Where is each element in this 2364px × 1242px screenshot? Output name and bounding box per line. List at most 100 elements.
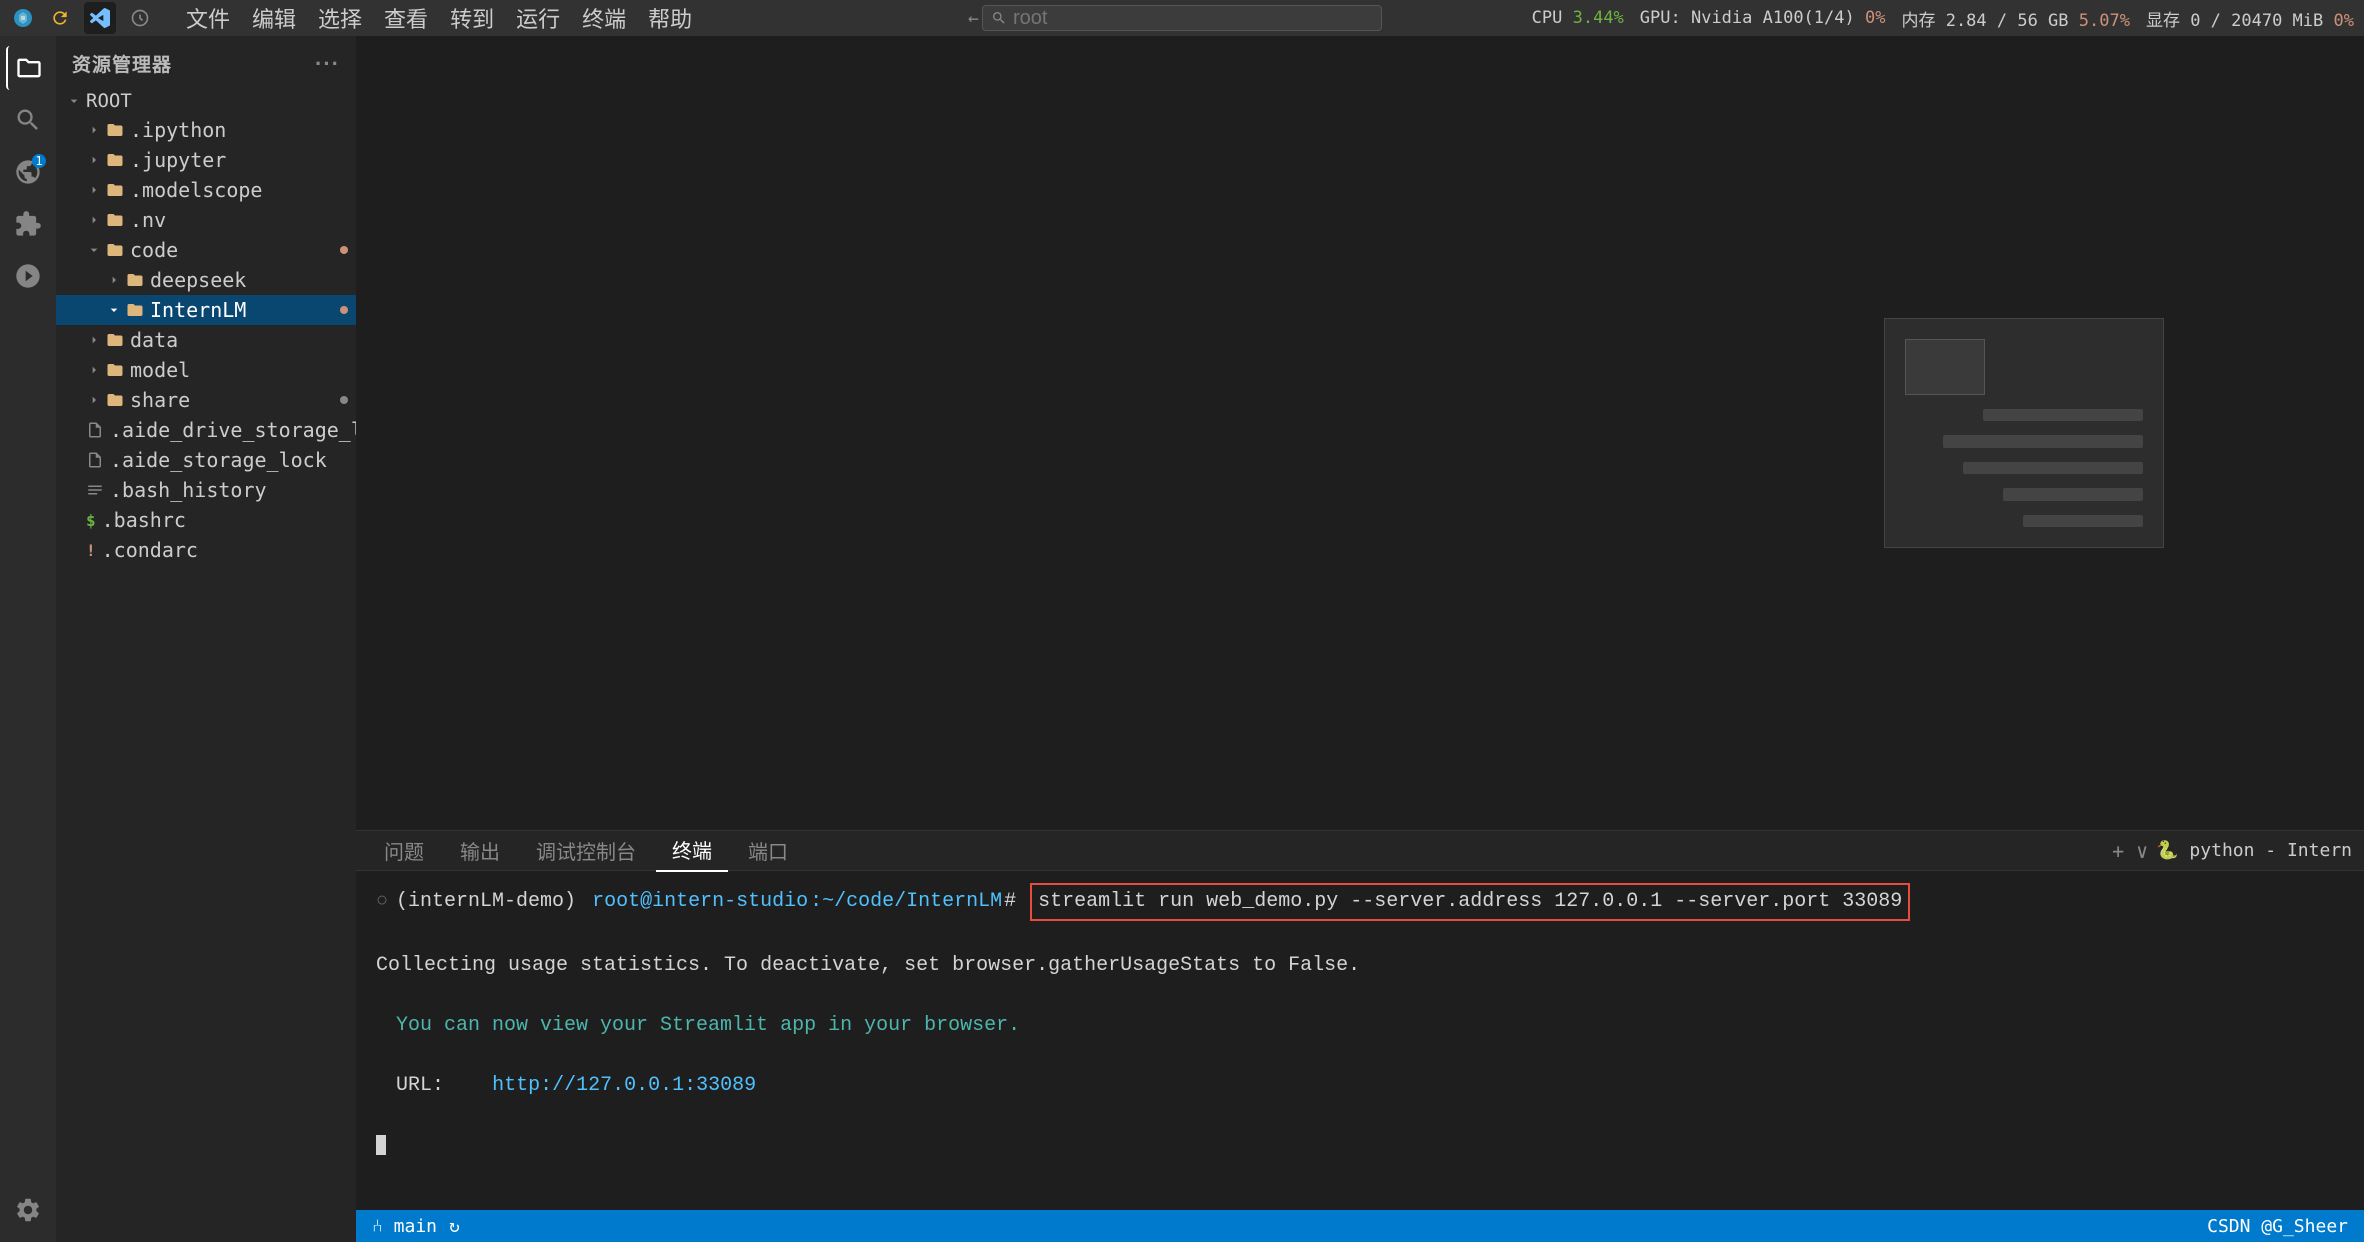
titlebar-left xyxy=(0,2,156,34)
tree-item-jupyter[interactable]: .jupyter xyxy=(56,145,356,175)
menu-help[interactable]: 帮助 xyxy=(638,0,702,38)
placeholder-line-4 xyxy=(2003,488,2143,500)
menu-view[interactable]: 查看 xyxy=(374,0,438,38)
terminal-content[interactable]: ○ (internLM-demo) root@intern-studio :~/… xyxy=(356,871,2364,1210)
item-label: .bash_history xyxy=(110,478,267,502)
item-label: InternLM xyxy=(150,298,246,322)
terminal-actions: + ∨ 🐍 python - Intern xyxy=(2112,839,2352,863)
placeholder-image xyxy=(1905,339,1985,395)
gpu-info: GPU: Nvidia A100(1/4) 0% xyxy=(1640,8,1886,28)
tree-item-code[interactable]: code xyxy=(56,235,356,265)
mem-info: 内存 2.84 / 56 GB 5.07% xyxy=(1901,6,2130,31)
menu-bar: 文件 编辑 选择 查看 转到 运行 终端 帮助 xyxy=(156,0,702,38)
menu-select[interactable]: 选择 xyxy=(308,0,372,38)
circle-icon[interactable] xyxy=(124,2,156,34)
terminal-url-line: URL: http://127.0.0.1:33089 xyxy=(376,1071,2344,1101)
tree-item-bash-history[interactable]: .bash_history xyxy=(56,475,356,505)
activity-extensions[interactable] xyxy=(6,202,50,246)
tree-item-aide-drive[interactable]: .aide_drive_storage_lock xyxy=(56,415,356,445)
menu-edit[interactable]: 编辑 xyxy=(242,0,306,38)
annotation-arrow xyxy=(356,36,656,336)
activity-explorer[interactable] xyxy=(6,46,50,90)
activity-settings[interactable] xyxy=(6,1188,50,1232)
activity-bar: 1 xyxy=(0,36,56,1242)
tree-item-bashrc[interactable]: $ .bashrc xyxy=(56,505,356,535)
tree-item-ipython[interactable]: .ipython xyxy=(56,115,356,145)
refresh-icon[interactable] xyxy=(44,2,76,34)
editor-content xyxy=(356,36,2364,830)
placeholder-line-5 xyxy=(2023,515,2143,527)
tab-terminal[interactable]: 终端 xyxy=(656,829,728,872)
tree-item-nv[interactable]: .nv xyxy=(56,205,356,235)
tree-item-model[interactable]: model xyxy=(56,355,356,385)
vscode-icon[interactable] xyxy=(84,2,116,34)
item-label: .bashrc xyxy=(102,508,186,532)
menu-file[interactable]: 文件 xyxy=(176,0,240,38)
status-bar: ⑃ main ↻ CSDN @G_Sheer xyxy=(356,1210,2364,1242)
item-label: deepseek xyxy=(150,268,246,292)
url-label: URL: xyxy=(396,1074,444,1097)
main-layout: 1 资源管理器 ··· ROOT .ipython xyxy=(0,36,2364,1242)
tab-output[interactable]: 输出 xyxy=(444,830,516,871)
cpu-info: CPU 3.44% xyxy=(1532,8,1624,28)
tree-item-share[interactable]: share xyxy=(56,385,356,415)
terminal-info-line: Collecting usage statistics. To deactiva… xyxy=(376,951,2344,981)
root-folder[interactable]: ROOT xyxy=(56,87,356,115)
item-label: code xyxy=(130,238,178,262)
menu-terminal[interactable]: 终端 xyxy=(572,0,636,38)
term-user: root@intern-studio xyxy=(592,887,808,917)
system-info: CPU 3.44% GPU: Nvidia A100(1/4) 0% 内存 2.… xyxy=(1532,6,2354,31)
terminal-add-btn[interactable]: + ∨ xyxy=(2112,839,2148,863)
tab-ports[interactable]: 端口 xyxy=(732,830,804,871)
tab-problems[interactable]: 问题 xyxy=(368,830,440,871)
terminal-cursor xyxy=(376,1135,386,1155)
app-icon xyxy=(10,5,36,31)
sidebar: 资源管理器 ··· ROOT .ipython .jupyter .models… xyxy=(56,36,356,1242)
menu-goto[interactable]: 转到 xyxy=(440,0,504,38)
git-branch[interactable]: ⑃ main xyxy=(372,1216,437,1237)
placeholder-line-1 xyxy=(1983,409,2143,421)
item-label: model xyxy=(130,358,190,382)
activity-run[interactable] xyxy=(6,254,50,298)
item-label: .aide_storage_lock xyxy=(110,448,327,472)
editor-area: 问题 输出 调试控制台 终端 端口 + ∨ 🐍 python - Intern … xyxy=(356,36,2364,1242)
item-label: .jupyter xyxy=(130,148,226,172)
tree-item-aide-storage[interactable]: .aide_storage_lock xyxy=(56,445,356,475)
item-label: share xyxy=(130,388,190,412)
status-right: CSDN @G_Sheer xyxy=(2207,1216,2348,1237)
terminal-success-line: You can now view your Streamlit app in y… xyxy=(376,1011,2344,1041)
terminal-cursor-line xyxy=(376,1131,2344,1161)
tree-item-data[interactable]: data xyxy=(56,325,356,355)
menu-run[interactable]: 运行 xyxy=(506,0,570,38)
tree-item-internlm[interactable]: InternLM xyxy=(56,295,356,325)
item-label: .nv xyxy=(130,208,166,232)
tab-debug-console[interactable]: 调试控制台 xyxy=(520,830,652,871)
terminal-tabs: 问题 输出 调试控制台 终端 端口 + ∨ 🐍 python - Intern xyxy=(356,831,2364,871)
terminal-prompt-line: ○ (internLM-demo) root@intern-studio :~/… xyxy=(376,883,2344,921)
sidebar-actions[interactable]: ··· xyxy=(315,51,340,77)
modified-indicator xyxy=(340,246,348,254)
activity-git[interactable]: 1 xyxy=(6,150,50,194)
disk-info: 显存 0 / 20470 MiB 0% xyxy=(2146,6,2354,31)
modified-indicator xyxy=(340,306,348,314)
root-label: ROOT xyxy=(86,90,132,112)
search-bar[interactable] xyxy=(982,5,1382,31)
titlebar: 文件 编辑 选择 查看 转到 运行 终端 帮助 ← → CPU 3.44% GP… xyxy=(0,0,2364,36)
tree-item-condarc[interactable]: ! .condarc xyxy=(56,535,356,565)
status-left: ⑃ main ↻ xyxy=(372,1216,460,1237)
term-success-text: You can now view your Streamlit app in y… xyxy=(396,1014,1020,1037)
tree-item-deepseek[interactable]: deepseek xyxy=(56,265,356,295)
url-value: http://127.0.0.1:33089 xyxy=(492,1074,756,1097)
terminal-panel: 问题 输出 调试控制台 终端 端口 + ∨ 🐍 python - Intern … xyxy=(356,830,2364,1210)
tree-item-modelscope[interactable]: .modelscope xyxy=(56,175,356,205)
placeholder-line-3 xyxy=(1963,462,2143,474)
term-circle-icon: ○ xyxy=(376,887,388,917)
placeholder-line-2 xyxy=(1943,435,2143,447)
term-hash: # xyxy=(1004,887,1028,917)
search-input[interactable] xyxy=(1013,7,1373,30)
term-path: :~/code/InternLM xyxy=(810,887,1002,917)
activity-search[interactable] xyxy=(6,98,50,142)
term-info-text: Collecting usage statistics. To deactiva… xyxy=(376,954,1360,977)
sync-icon[interactable]: ↻ xyxy=(449,1216,460,1237)
csdn-label: CSDN @G_Sheer xyxy=(2207,1216,2348,1237)
